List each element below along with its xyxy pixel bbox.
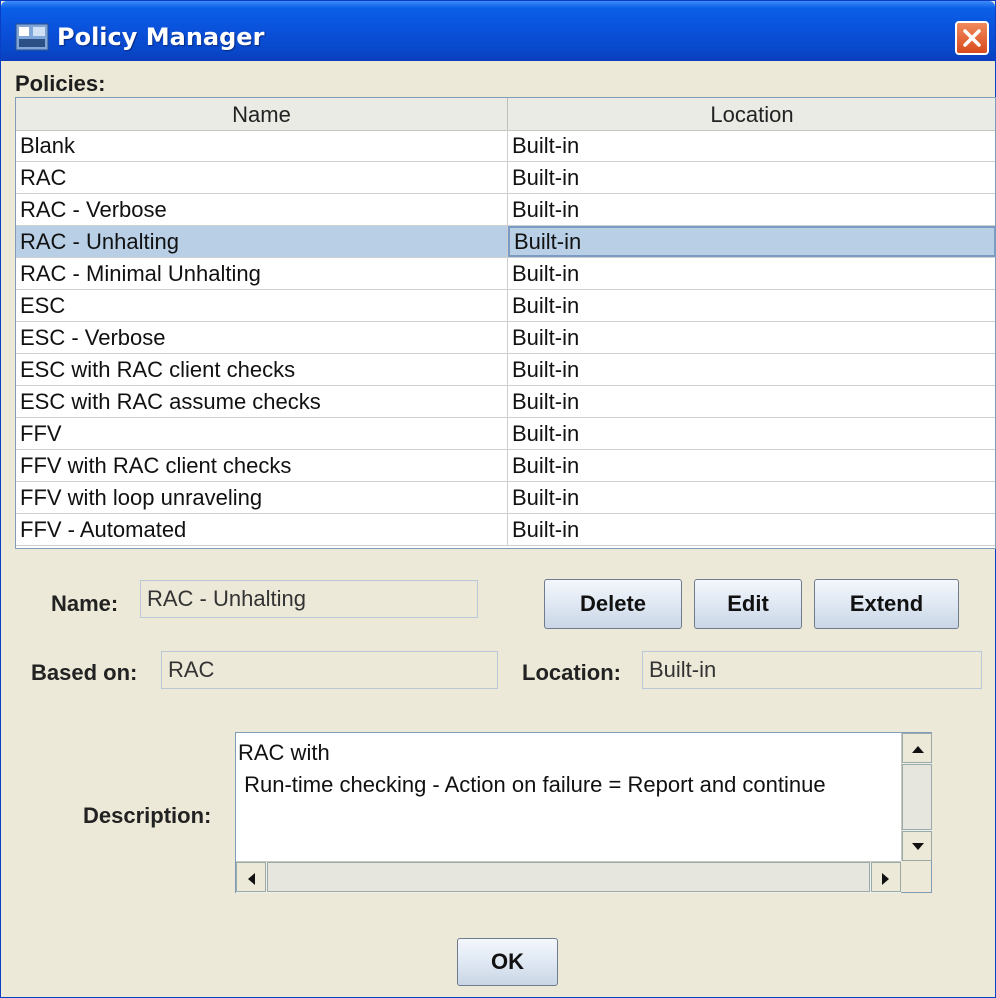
scroll-corner (901, 861, 931, 892)
cell-policy-location[interactable]: Built-in (508, 482, 995, 513)
cell-policy-location[interactable]: Built-in (508, 226, 995, 257)
based-on-label: Based on: (31, 660, 138, 685)
arrow-down-icon (912, 843, 924, 850)
table-row[interactable]: ESC with RAC assume checks Built-in (16, 386, 995, 418)
cell-policy-location[interactable]: Built-in (508, 386, 995, 417)
cell-policy-name[interactable]: FFV with loop unraveling (16, 482, 508, 513)
arrow-left-icon (248, 873, 255, 885)
policies-table[interactable]: Name Location Blank Built-in RAC Built-in RA… (15, 97, 996, 549)
cell-policy-name[interactable]: ESC (16, 290, 508, 321)
description-area[interactable]: RAC with Run-time checking - Action on f… (235, 732, 932, 893)
column-header-location[interactable]: Location (508, 98, 995, 130)
table-row[interactable]: FFV with loop unraveling Built-in (16, 482, 995, 514)
table-row[interactable]: ESC Built-in (16, 290, 995, 322)
policies-label: Policies: (15, 71, 106, 96)
cell-policy-name[interactable]: FFV (16, 418, 508, 449)
title-bar[interactable]: Policy Manager (1, 1, 995, 61)
description-label: Description: (83, 803, 212, 828)
location-field: Built-in (642, 651, 982, 689)
based-on-field: RAC (161, 651, 498, 689)
cell-policy-location[interactable]: Built-in (508, 450, 995, 481)
cell-policy-name[interactable]: RAC - Unhalting (16, 226, 508, 257)
table-row[interactable]: RAC - Minimal Unhalting Built-in (16, 258, 995, 290)
close-icon (963, 29, 981, 47)
table-row[interactable]: FFV Built-in (16, 418, 995, 450)
delete-button[interactable]: Delete (544, 579, 682, 629)
window-title: Policy Manager (57, 23, 265, 51)
vertical-scrollbar[interactable] (901, 733, 932, 861)
horizontal-scroll-thumb[interactable] (267, 862, 870, 892)
cell-policy-name[interactable]: RAC (16, 162, 508, 193)
ok-button[interactable]: OK (457, 938, 558, 986)
cell-policy-name[interactable]: FFV with RAC client checks (16, 450, 508, 481)
cell-policy-name[interactable]: ESC with RAC assume checks (16, 386, 508, 417)
table-body: Blank Built-in RAC Built-in RAC - Verbose Bui… (16, 130, 995, 546)
cell-policy-location[interactable]: Built-in (508, 130, 995, 161)
table-row[interactable]: FFV - Automated Built-in (16, 514, 995, 546)
cell-policy-location[interactable]: Built-in (508, 162, 995, 193)
app-icon (15, 23, 49, 51)
table-row[interactable]: ESC with RAC client checks Built-in (16, 354, 995, 386)
arrow-up-icon (912, 746, 924, 753)
cell-policy-name[interactable]: FFV - Automated (16, 514, 508, 545)
table-row[interactable]: RAC Built-in (16, 162, 995, 194)
cell-policy-name[interactable]: ESC - Verbose (16, 322, 508, 353)
description-text[interactable]: RAC with Run-time checking - Action on f… (238, 737, 898, 801)
table-row[interactable]: RAC - Verbose Built-in (16, 194, 995, 226)
extend-button[interactable]: Extend (814, 579, 959, 629)
table-row[interactable]: FFV with RAC client checks Built-in (16, 450, 995, 482)
scroll-right-button[interactable] (871, 862, 901, 892)
horizontal-scrollbar[interactable] (236, 861, 901, 893)
location-label: Location: (522, 660, 621, 685)
close-button[interactable] (955, 21, 989, 55)
cell-policy-name[interactable]: ESC with RAC client checks (16, 354, 508, 385)
table-row[interactable]: ESC - Verbose Built-in (16, 322, 995, 354)
cell-policy-location[interactable]: Built-in (508, 290, 995, 321)
cell-policy-location[interactable]: Built-in (508, 322, 995, 353)
table-row[interactable]: RAC - Unhalting Built-in (16, 226, 995, 258)
cell-policy-location[interactable]: Built-in (508, 514, 995, 545)
cell-policy-name[interactable]: RAC - Minimal Unhalting (16, 258, 508, 289)
vertical-scroll-thumb[interactable] (902, 764, 932, 830)
cell-policy-location[interactable]: Built-in (508, 258, 995, 289)
policy-manager-window: Policy Manager Policies: Name Location B… (0, 0, 996, 998)
name-label: Name: (51, 591, 119, 616)
table-row[interactable]: Blank Built-in (16, 130, 995, 162)
column-header-name[interactable]: Name (16, 98, 508, 130)
scroll-up-button[interactable] (902, 733, 932, 763)
name-field: RAC - Unhalting (140, 580, 478, 618)
cell-policy-name[interactable]: RAC - Verbose (16, 194, 508, 225)
table-header: Name Location (16, 98, 995, 131)
cell-policy-location[interactable]: Built-in (508, 354, 995, 385)
cell-policy-location[interactable]: Built-in (508, 418, 995, 449)
scroll-down-button[interactable] (902, 831, 932, 861)
cell-policy-name[interactable]: Blank (16, 130, 508, 161)
cell-policy-location[interactable]: Built-in (508, 194, 995, 225)
arrow-right-icon (882, 873, 889, 885)
edit-button[interactable]: Edit (694, 579, 802, 629)
scroll-left-button[interactable] (236, 862, 266, 892)
